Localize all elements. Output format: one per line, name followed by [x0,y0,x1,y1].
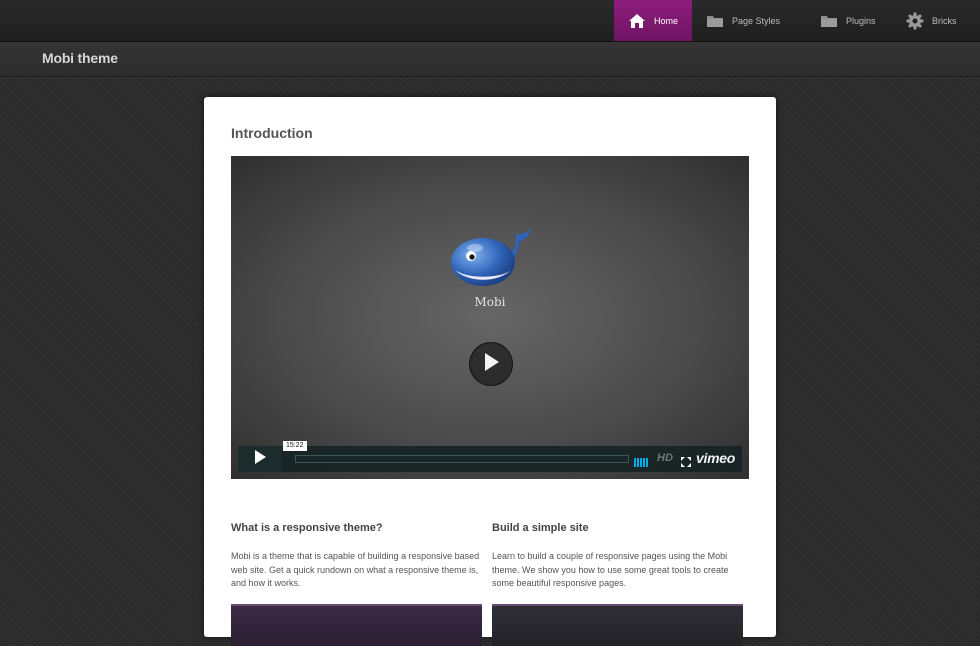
nav-home-label: Home [654,15,679,26]
nav-page-styles[interactable]: Page Styles [692,0,806,41]
play-icon [253,449,267,469]
hd-button[interactable]: HD [657,452,673,464]
video-thumbnail[interactable] [492,604,743,646]
folder-icon [820,12,838,30]
video-title: Mobi [474,295,506,309]
vimeo-logo[interactable]: vimeo [696,450,735,466]
feature-description: Mobi is a theme that is capable of build… [231,551,480,588]
video-progress-bar[interactable] [295,455,629,463]
play-icon [482,352,500,377]
folder-icon [706,12,724,30]
nav-plugins-label: Plugins [846,15,876,26]
nav-plugins[interactable]: Plugins [806,0,892,41]
video-thumbnail[interactable] [231,604,482,646]
site-title-bar: Mobi theme [0,42,980,77]
volume-icon[interactable] [634,454,650,467]
video-controls: 15:22 HD vimeo [238,441,742,472]
home-icon [628,12,646,30]
site-title[interactable]: Mobi theme [42,50,118,66]
nav-bricks-label: Bricks [932,15,957,26]
gear-icon [906,12,924,30]
fullscreen-icon[interactable] [681,454,691,467]
big-play-button[interactable] [469,342,513,386]
feature-heading[interactable]: What is a responsive theme? [231,522,481,534]
content-card: Introduction Mobi 15:22 HD vimeo What is… [204,97,776,646]
feature-column: What is a responsive theme? Mobi is a th… [231,522,481,591]
top-nav-bar: Home Page Styles Plugins Bricks [0,0,980,42]
video-player[interactable]: Mobi 15:22 HD vimeo [231,156,749,479]
main-nav: Home Page Styles Plugins Bricks [614,0,980,41]
nav-bricks[interactable]: Bricks [892,0,980,41]
feature-description: Learn to build a couple of responsive pa… [492,551,729,588]
nav-page-styles-label: Page Styles [732,15,781,26]
video-timecode: 15:22 [283,441,307,451]
play-button[interactable] [238,446,282,472]
nav-home[interactable]: Home [614,0,692,41]
page-heading: Introduction [231,125,313,141]
whale-logo-icon [445,220,537,295]
feature-column: Build a simple site Learn to build a cou… [492,522,742,591]
feature-heading[interactable]: Build a simple site [492,522,742,534]
